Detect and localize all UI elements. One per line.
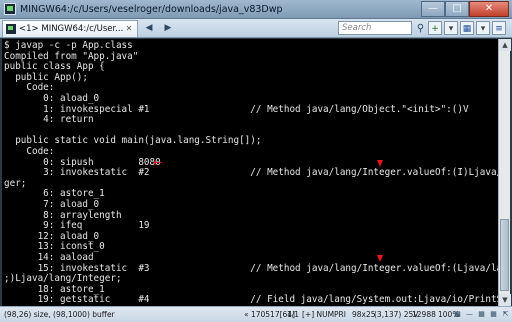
terminal-line: public App(); (4, 71, 88, 83)
scrollbar-thumb[interactable] (500, 219, 509, 291)
status-flags: [+] NUM (302, 310, 335, 319)
terminal-line: Compiled from "App.java" (4, 50, 139, 62)
terminal-line: 19: getstatic #4 // Field java/lang/Syst… (4, 294, 498, 306)
terminal-line: $ javap -c -p App.class (4, 40, 133, 51)
split-view-icon[interactable]: ▦ (460, 21, 474, 35)
status-buffer-size: (98,26) size, (98,1000) buffer (4, 310, 115, 319)
search-icon[interactable]: ⚲ (414, 22, 427, 35)
annotation-arrow-down-icon (377, 255, 383, 262)
terminal-line: public static void main(java.lang.String… (4, 135, 262, 147)
vertical-scrollbar[interactable]: ▲ ▼ (498, 39, 511, 306)
status-resize-icon[interactable]: ⇱ (500, 309, 511, 320)
terminal-output[interactable]: $ javap -c -p App.class Compiled from "Ap… (2, 39, 498, 306)
terminal-line: Code: (4, 82, 55, 94)
terminal-line: 15: invokestatic #3 // Method java/lang/… (4, 262, 498, 274)
terminal-line: 14: aaload (4, 252, 94, 263)
tab-scroll-left-icon[interactable]: ◀ (141, 21, 157, 36)
tab-close-icon[interactable]: ✕ (124, 24, 134, 34)
status-tile-icon[interactable]: ▦ (476, 309, 487, 320)
terminal-tab[interactable]: <1> MINGW64:/c/User... ✕ (2, 19, 138, 37)
annotation-arrow-left-icon: ← (153, 155, 163, 169)
status-controls: ▩ — ▦ ▦ ⇱ (452, 309, 511, 320)
terminal-tab-icon (6, 23, 16, 34)
new-console-icon[interactable]: + (428, 21, 442, 35)
terminal-line: 9: ifeq 19 (4, 220, 150, 232)
tab-scroll-right-icon[interactable]: ▶ (160, 21, 176, 36)
terminal-line: 6: astore_1 (4, 188, 105, 200)
terminal-line: Code: (4, 146, 55, 157)
terminal-line: 0: aload_0 (4, 93, 100, 104)
window-title: MINGW64:/c/Users/veselroger/downloads/ja… (20, 3, 283, 15)
terminal-line: ger; (4, 177, 27, 189)
terminal-line: 12: aload_0 (4, 230, 100, 242)
scroll-down-icon[interactable]: ▼ (499, 294, 511, 306)
window-controls: — □ ✕ (421, 1, 509, 17)
window-titlebar[interactable]: MINGW64:/c/Users/veselroger/downloads/ja… (0, 0, 512, 19)
terminal-line: 1: invokespecial #1 // Method java/lang/… (4, 103, 469, 115)
terminal-line: 7: aload_0 (4, 199, 100, 210)
status-priority: PRI (334, 310, 346, 319)
terminal-line: 18: astore_1 (4, 283, 105, 295)
terminal-app-icon (4, 3, 16, 15)
terminal-line: 3: invokestatic #2 // Method java/lang/I… (4, 167, 498, 179)
status-lock-icon[interactable]: ▩ (452, 309, 463, 320)
status-pages: 1/1 (287, 310, 300, 319)
view-dropdown-icon[interactable]: ▾ (476, 21, 490, 35)
terminal-line: public class App { (4, 61, 105, 73)
toolbar-right-tools: + ▾ ▦ ▾ ≡ (428, 21, 506, 35)
status-dimensions: 98x25 (352, 310, 376, 319)
annotation-arrow-down-icon (377, 159, 383, 167)
search-input[interactable]: Search (338, 21, 412, 35)
close-icon[interactable]: ✕ (469, 1, 509, 17)
status-grid-icon[interactable]: ▦ (488, 309, 499, 320)
terminal-line: 0: sipush 8080 (4, 156, 161, 168)
status-bar: (98,26) size, (98,1000) buffer « 170517[… (0, 306, 512, 322)
terminal-line: 8: arraylength (4, 209, 122, 221)
status-pid: 12988 (412, 310, 436, 319)
terminal-line: ;)Ljava/lang/Integer; (4, 273, 122, 285)
terminal-tab-label: <1> MINGW64:/c/User... (19, 23, 124, 34)
maximize-icon[interactable]: □ (445, 1, 469, 17)
terminal-line: 4: return (4, 114, 94, 126)
status-minimize-icon[interactable]: — (464, 309, 475, 320)
new-console-dropdown-icon[interactable]: ▾ (444, 21, 458, 35)
tab-toolbar: <1> MINGW64:/c/User... ✕ ◀ ▶ Search ⚲ + … (0, 19, 512, 38)
minimize-icon[interactable]: — (421, 1, 445, 17)
settings-menu-icon[interactable]: ≡ (492, 21, 506, 35)
terminal-line: 13: iconst_0 (4, 241, 105, 253)
scroll-up-icon[interactable]: ▲ (499, 39, 511, 51)
